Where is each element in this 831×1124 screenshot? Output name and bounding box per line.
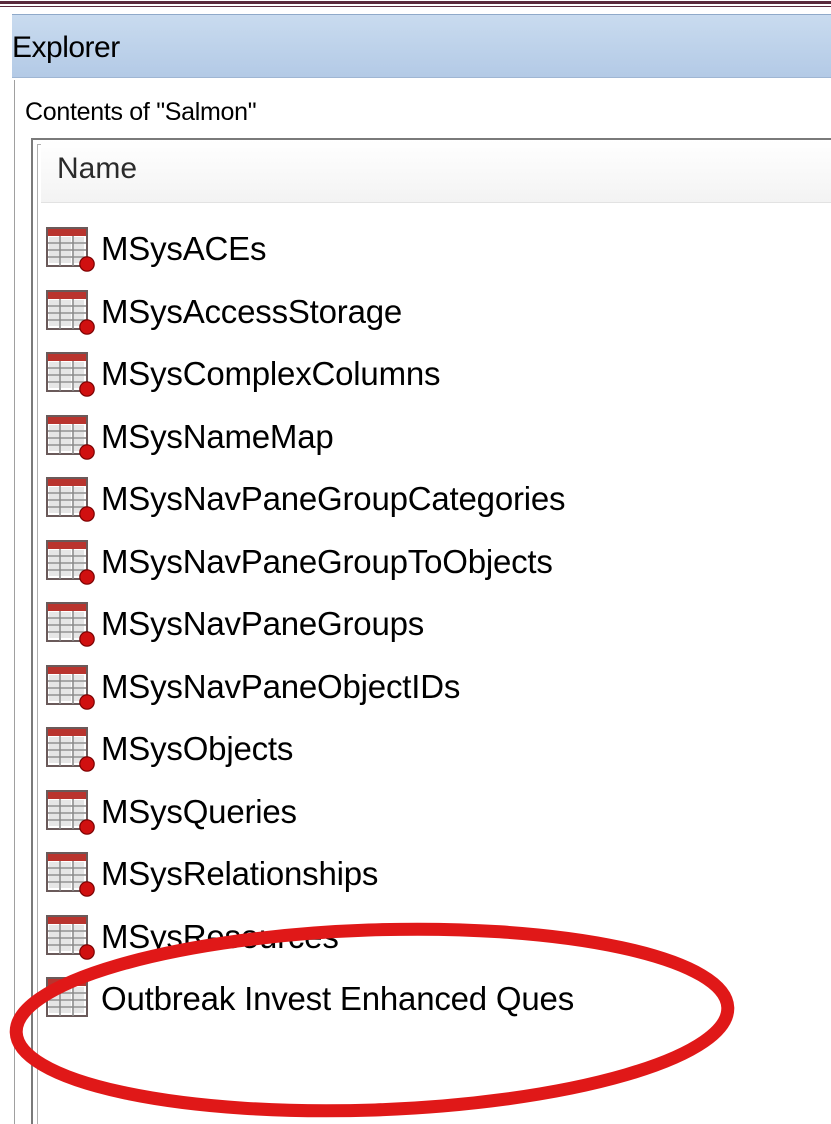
list-item-msysnavpanegroups[interactable]: MSysNavPaneGroups xyxy=(45,593,825,656)
list-item-label: MSysQueries xyxy=(101,792,297,830)
object-list-items: MSysACEs MSysAccessStorage MSysComplexCo… xyxy=(45,218,825,1031)
list-item-label: MSysNavPaneObjectIDs xyxy=(101,667,461,705)
system-table-icon xyxy=(45,664,97,710)
list-item-label: MSysNavPaneGroupCategories xyxy=(101,480,566,518)
list-item-msysobjects[interactable]: MSysObjects xyxy=(45,718,825,781)
system-table-icon xyxy=(45,289,97,335)
list-item-msysrelationships[interactable]: MSysRelationships xyxy=(45,843,825,906)
list-item-msysnavpanegroupcategories[interactable]: MSysNavPaneGroupCategories xyxy=(45,468,825,531)
list-item-label: MSysNameMap xyxy=(101,417,334,455)
list-item-label: MSysComplexColumns xyxy=(101,355,441,393)
system-table-icon xyxy=(45,226,97,273)
list-item-msysnavpanegrouptoobjects[interactable]: MSysNavPaneGroupToObjects xyxy=(45,531,825,594)
list-item-msysresources[interactable]: MSysResources xyxy=(45,906,825,969)
contents-panel: Contents of "Salmon" Name MSysACEs MSysA… xyxy=(14,80,831,1124)
system-table-icon xyxy=(45,414,97,460)
list-item-label: MSysNavPaneGroups xyxy=(101,605,425,643)
list-item-label: MSysObjects xyxy=(101,730,294,768)
list-item-msysaces[interactable]: MSysACEs xyxy=(45,218,825,281)
system-table-icon xyxy=(45,351,97,398)
document-top-rule xyxy=(0,0,831,8)
column-header-label: Name xyxy=(57,152,138,185)
list-item-label: MSysACEs xyxy=(101,230,267,268)
list-item-msysnamemap[interactable]: MSysNameMap xyxy=(45,406,825,469)
list-item-label: MSysRelationships xyxy=(101,855,379,893)
system-table-icon xyxy=(45,789,97,835)
system-table-icon xyxy=(45,851,97,898)
system-table-icon xyxy=(45,601,97,648)
list-item-label: MSysAccessStorage xyxy=(101,292,403,330)
system-table-icon xyxy=(45,726,97,773)
explorer-titlebar: Explorer xyxy=(12,14,831,78)
column-header-name[interactable]: Name xyxy=(41,140,831,203)
system-table-icon xyxy=(45,476,97,523)
system-table-icon xyxy=(45,539,97,585)
object-list: Name MSysACEs MSysAccessStorage MSysComp… xyxy=(31,138,831,1124)
list-item-msysaccessstorage[interactable]: MSysAccessStorage xyxy=(45,281,825,344)
table-icon xyxy=(45,976,97,1022)
explorer-title: Explorer xyxy=(12,31,120,64)
list-item-label: Outbreak Invest Enhanced Ques xyxy=(101,980,574,1018)
contents-label: Contents of "Salmon" xyxy=(25,98,257,126)
system-table-icon xyxy=(45,914,97,960)
list-item-msysnavpaneobjectids[interactable]: MSysNavPaneObjectIDs xyxy=(45,656,825,719)
list-item-outbreak-invest-enhanced-ques[interactable]: Outbreak Invest Enhanced Ques xyxy=(45,968,825,1031)
list-item-msysqueries[interactable]: MSysQueries xyxy=(45,781,825,844)
screenshot-page: Explorer Contents of "Salmon" Name MSysA… xyxy=(0,0,831,1124)
list-item-label: MSysResources xyxy=(101,917,339,955)
list-item-msyscomplexcolumns[interactable]: MSysComplexColumns xyxy=(45,343,825,406)
list-item-label: MSysNavPaneGroupToObjects xyxy=(101,542,553,580)
